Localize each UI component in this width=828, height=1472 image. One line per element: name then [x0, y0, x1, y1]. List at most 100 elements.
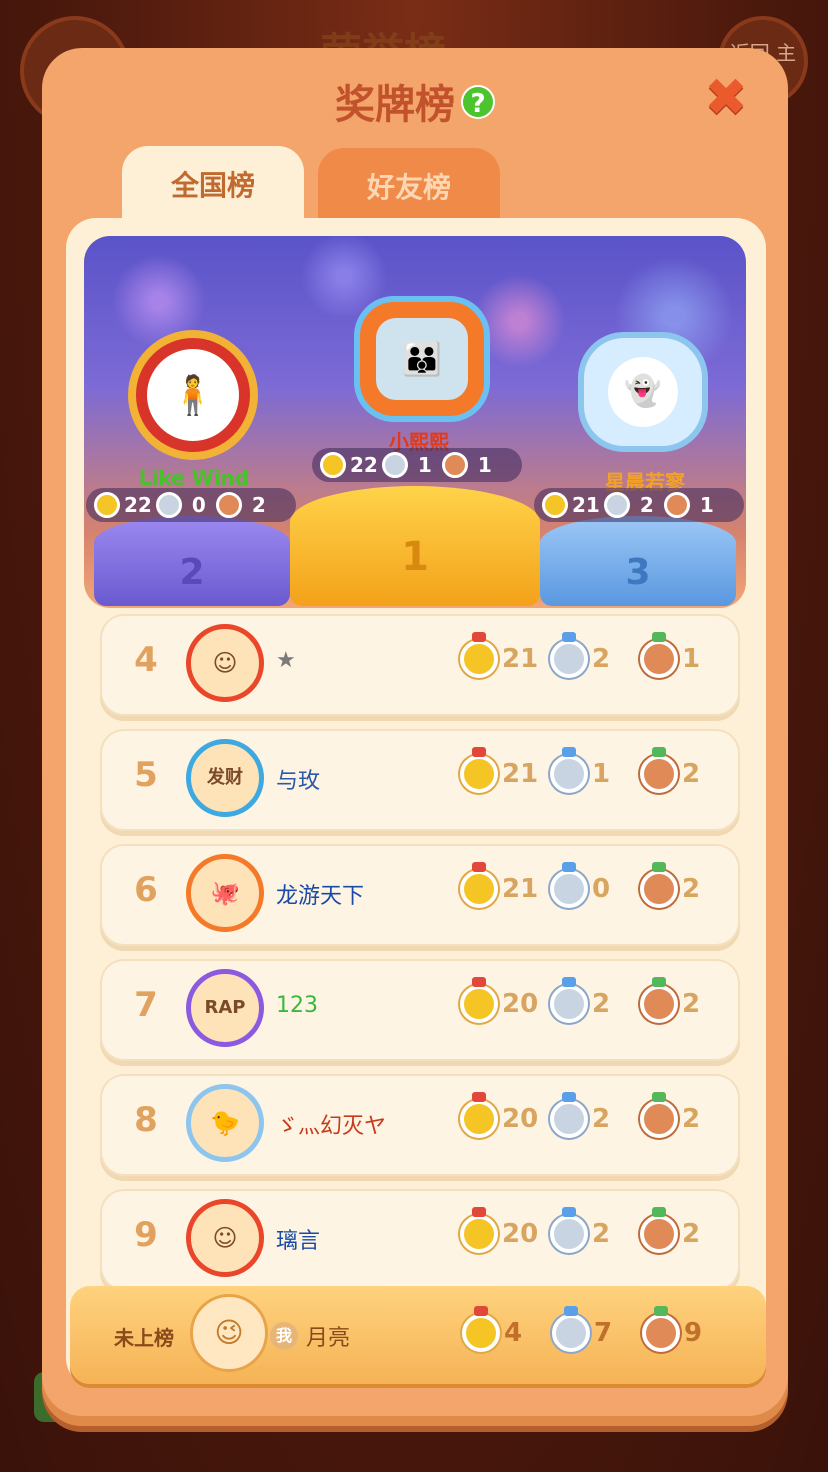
leaderboard-row[interactable]: 8 🐤 ゞ灬幻灭ヤ 20 2 2: [100, 1074, 740, 1176]
silver-medal-icon: [550, 977, 588, 1023]
bronze-medal-icon: [640, 1092, 678, 1138]
bronze-medal-icon: [215, 492, 242, 518]
player-name: ★: [276, 648, 296, 673]
bronze-count: 2: [682, 1104, 701, 1134]
gold-medal-icon: [94, 492, 120, 518]
silver-medal-icon: [603, 492, 630, 518]
silver-medal-icon: [550, 1207, 588, 1253]
rank-number: 7: [134, 985, 158, 1025]
tab-friends[interactable]: 好友榜: [318, 148, 500, 222]
bronze-count: 1: [699, 493, 714, 517]
bronze-count: 2: [682, 1219, 701, 1249]
avatar[interactable]: 🐤: [186, 1084, 264, 1162]
avatar[interactable]: ☺: [186, 624, 264, 702]
bronze-count: 2: [682, 989, 701, 1019]
my-medal-counts: 4 7 9: [462, 1306, 722, 1352]
leaderboard-row[interactable]: 6 🐙 龙游天下 21 0 2: [100, 844, 740, 946]
rank-number: 9: [134, 1215, 158, 1255]
podium-medals-2: 22 0 2: [86, 488, 296, 522]
bronze-medal-icon: [642, 1306, 680, 1352]
silver-medal-icon: [550, 1092, 588, 1138]
gold-medal-icon: [460, 1207, 498, 1253]
leaderboard-row[interactable]: 9 ☺ 璃言 20 2 2: [100, 1189, 740, 1291]
pedestal-1: 1: [290, 486, 540, 606]
gold-count: 21: [502, 644, 539, 674]
rank-number: 8: [134, 1100, 158, 1140]
gold-count: 20: [502, 1219, 539, 1249]
bronze-count: 2: [682, 874, 701, 904]
my-avatar[interactable]: 😉: [190, 1294, 268, 1372]
silver-medal-icon: [381, 452, 408, 478]
podium-avatar-3[interactable]: 👻: [578, 332, 708, 452]
leaderboard-row[interactable]: 4 ☺ ★ 21 2 1: [100, 614, 740, 716]
gold-count: 21: [502, 874, 539, 904]
bronze-medal-icon: [441, 452, 468, 478]
panel-title: 奖牌榜?: [42, 72, 788, 130]
avatar[interactable]: ☺: [186, 1199, 264, 1277]
medal-counts: 20 2 2: [460, 977, 720, 1023]
podium-name-2: Like Wind: [138, 466, 250, 490]
podium-medals-1: 22 1 1: [312, 448, 522, 482]
me-badge: 我: [270, 1322, 298, 1350]
bronze-medal-icon: [640, 1207, 678, 1253]
avatar[interactable]: RAP: [186, 969, 264, 1047]
podium-area: 2 1 3 🧍 Like Wind 22 0 2 👪 小熙熙 22 1 1 👻 …: [84, 236, 746, 608]
my-name: 月亮: [306, 1326, 351, 1351]
medal-counts: 20 2 2: [460, 1092, 720, 1138]
bronze-medal-icon: [640, 632, 678, 678]
gold-count: 22: [350, 453, 378, 477]
avatar-image: 👻: [608, 357, 678, 427]
rank-number: 4: [134, 640, 158, 680]
tab-national[interactable]: 全国榜: [122, 146, 304, 226]
gold-medal-icon: [460, 632, 498, 678]
close-icon[interactable]: ✖: [702, 72, 750, 124]
silver-count: 2: [592, 644, 611, 674]
gold-medal-icon: [460, 1092, 498, 1138]
silver-count: 2: [592, 1104, 611, 1134]
help-icon[interactable]: ?: [461, 85, 495, 119]
silver-count: 0: [191, 493, 206, 517]
medal-counts: 21 1 2: [460, 747, 720, 793]
my-rank-row[interactable]: 未上榜 😉 我 月亮 4 7 9: [70, 1286, 766, 1384]
gold-count: 20: [502, 989, 539, 1019]
silver-medal-icon: [550, 862, 588, 908]
avatar[interactable]: 发财: [186, 739, 264, 817]
gold-count: 22: [124, 493, 152, 517]
player-name: 123: [276, 993, 318, 1018]
player-name: 璃言: [276, 1229, 321, 1254]
leaderboard-row[interactable]: 7 RAP 123 20 2 2: [100, 959, 740, 1061]
silver-count: 0: [592, 874, 611, 904]
avatar-image: 👪: [376, 318, 468, 400]
pedestal-3: 3: [540, 516, 736, 606]
rank-number: 6: [134, 870, 158, 910]
podium-medals-3: 21 2 1: [534, 488, 744, 522]
gold-medal-icon: [320, 452, 346, 478]
silver-count: 2: [592, 1219, 611, 1249]
bronze-count: 2: [682, 759, 701, 789]
silver-medal-icon: [550, 632, 588, 678]
medal-leaderboard-panel: 奖牌榜? ✖ 全国榜 好友榜 2 1 3 🧍 Like Wind 22 0 2: [42, 48, 788, 1426]
leaderboard-row[interactable]: 5 发财 与玫 21 1 2: [100, 729, 740, 831]
bronze-medal-icon: [663, 492, 690, 518]
gold-medal-icon: [460, 862, 498, 908]
gold-medal-icon: [542, 492, 568, 518]
silver-medal-icon: [552, 1306, 590, 1352]
silver-medal-icon: [155, 492, 182, 518]
medal-counts: 21 0 2: [460, 862, 720, 908]
bronze-count: 9: [684, 1318, 703, 1348]
bronze-count: 2: [251, 493, 266, 517]
gold-medal-icon: [460, 977, 498, 1023]
avatar[interactable]: 🐙: [186, 854, 264, 932]
gold-count: 21: [502, 759, 539, 789]
bronze-count: 1: [477, 453, 492, 477]
bronze-medal-icon: [640, 862, 678, 908]
gold-count: 20: [502, 1104, 539, 1134]
bronze-medal-icon: [640, 747, 678, 793]
gold-count: 4: [504, 1318, 523, 1348]
player-name: 龙游天下: [276, 884, 365, 909]
silver-count: 1: [417, 453, 432, 477]
gold-medal-icon: [460, 747, 498, 793]
podium-avatar-1[interactable]: 👪: [354, 296, 490, 422]
silver-count: 1: [592, 759, 611, 789]
podium-avatar-2[interactable]: 🧍: [128, 330, 258, 460]
